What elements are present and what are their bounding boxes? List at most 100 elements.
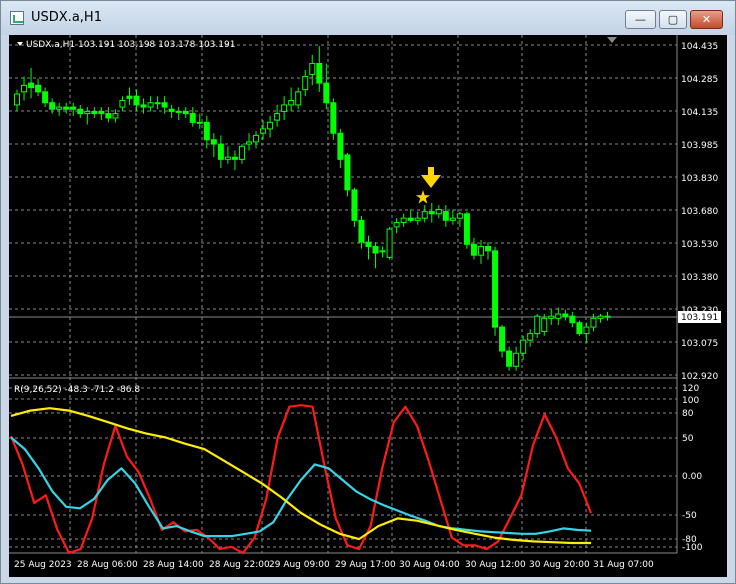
- candle-down: [140, 104, 147, 108]
- candle-up: [534, 315, 541, 335]
- candle-down: [168, 108, 175, 112]
- candle-down: [203, 121, 210, 141]
- price-tick: 103.380: [681, 273, 718, 283]
- maximize-button[interactable]: ▢: [659, 10, 687, 29]
- candle-up: [421, 211, 428, 219]
- candle-down: [210, 139, 217, 145]
- candle-up: [119, 100, 126, 108]
- candle-up: [513, 352, 520, 367]
- close-button[interactable]: ✕: [690, 10, 723, 29]
- candle-up: [267, 121, 274, 130]
- indicator-tick: -100: [682, 543, 703, 553]
- candle-down: [562, 313, 569, 317]
- indicator-lines: [9, 404, 593, 555]
- candle-up: [309, 63, 316, 75]
- chart-window: USDX.a,H1 — ▢ ✕ USDX.a,H1 103.191 103.19…: [0, 0, 736, 584]
- candle-down: [70, 106, 77, 110]
- candle-up: [604, 315, 611, 318]
- candle-down: [49, 102, 56, 110]
- candle-down: [470, 243, 477, 256]
- candle-down: [485, 245, 492, 252]
- time-tick: 30 Aug 04:00: [399, 560, 460, 570]
- candle-up: [14, 93, 20, 106]
- candles-layer: [14, 46, 611, 371]
- candle-up: [541, 317, 548, 332]
- candle-down: [492, 250, 499, 328]
- price-tick: 104.435: [681, 42, 718, 52]
- indicator-tick: 0.00: [682, 472, 702, 482]
- price-tick: 104.285: [681, 75, 718, 85]
- candle-up: [21, 84, 28, 93]
- time-tick: 30 Aug 20:00: [529, 560, 590, 570]
- candle-down: [105, 113, 112, 119]
- chart-area[interactable]: USDX.a,H1 103.191 103.198 103.178 103.19…: [9, 35, 727, 577]
- candle-up: [386, 228, 393, 258]
- price-tick: 103.830: [681, 174, 718, 184]
- candle-up: [456, 213, 463, 219]
- candle-down: [372, 245, 379, 254]
- candle-down: [133, 95, 140, 106]
- candle-up: [175, 110, 182, 113]
- star-icon: [415, 190, 431, 204]
- candle-up: [477, 245, 484, 256]
- arrow-down-icon: [421, 167, 441, 188]
- price-tick: 103.075: [681, 339, 718, 349]
- candle-down: [358, 219, 365, 243]
- candle-down: [569, 315, 576, 324]
- price-tick: 103.530: [681, 240, 718, 250]
- window-title: USDX.a,H1: [31, 10, 102, 25]
- candle-down: [463, 213, 470, 245]
- indicator-tick: 80: [682, 409, 694, 419]
- candle-up: [224, 156, 231, 160]
- candle-up: [435, 208, 442, 215]
- candle-up: [583, 326, 590, 335]
- candle-down: [77, 108, 84, 115]
- candle-up: [56, 106, 63, 110]
- indicator-axis: 120 100 80 50 0.00 -50 -80 -100: [682, 384, 703, 553]
- candle-down: [35, 84, 42, 93]
- indicator-tick: -50: [682, 511, 697, 521]
- title-bar[interactable]: USDX.a,H1 — ▢ ✕: [1, 1, 735, 35]
- candle-up: [597, 315, 604, 319]
- candle-up: [147, 102, 154, 108]
- indicator-tick: 120: [682, 384, 699, 394]
- scroll-shift-marker[interactable]: [607, 37, 617, 43]
- price-tick: 104.135: [681, 108, 718, 118]
- candle-up: [449, 217, 456, 221]
- candle-down: [28, 82, 35, 88]
- minimize-button[interactable]: —: [625, 10, 656, 29]
- time-tick: 28 Aug 14:00: [143, 560, 204, 570]
- candle-up: [245, 141, 252, 145]
- candle-down: [442, 211, 449, 221]
- candle-up: [379, 250, 386, 253]
- candle-down: [231, 156, 238, 160]
- candle-down: [182, 110, 189, 115]
- candle-up: [393, 222, 400, 228]
- time-tick: 28 Aug 06:00: [77, 560, 138, 570]
- time-tick: 30 Aug 12:00: [465, 560, 526, 570]
- candle-down: [428, 211, 435, 215]
- candle-up: [520, 339, 527, 354]
- candle-up: [154, 102, 161, 105]
- price-tick: 103.985: [681, 141, 718, 151]
- candle-down: [365, 241, 372, 247]
- candle-up: [196, 121, 203, 124]
- candle-down: [316, 63, 323, 84]
- candle-up: [84, 110, 91, 115]
- candle-down: [506, 350, 513, 367]
- chart-window-icon: [10, 11, 24, 25]
- candle-down: [407, 217, 414, 221]
- candle-up: [302, 76, 309, 91]
- candle-up: [112, 113, 119, 119]
- candle-up: [400, 217, 407, 224]
- candle-down: [91, 110, 98, 115]
- candle-up: [295, 91, 302, 106]
- candle-down: [323, 82, 330, 104]
- time-tick: 28 Aug 22:00: [209, 560, 270, 570]
- candle-down: [351, 189, 358, 221]
- candle-down: [576, 322, 583, 335]
- candle-up: [527, 333, 534, 341]
- candle-up: [260, 128, 267, 134]
- candle-down: [217, 143, 224, 160]
- candle-down: [499, 326, 506, 352]
